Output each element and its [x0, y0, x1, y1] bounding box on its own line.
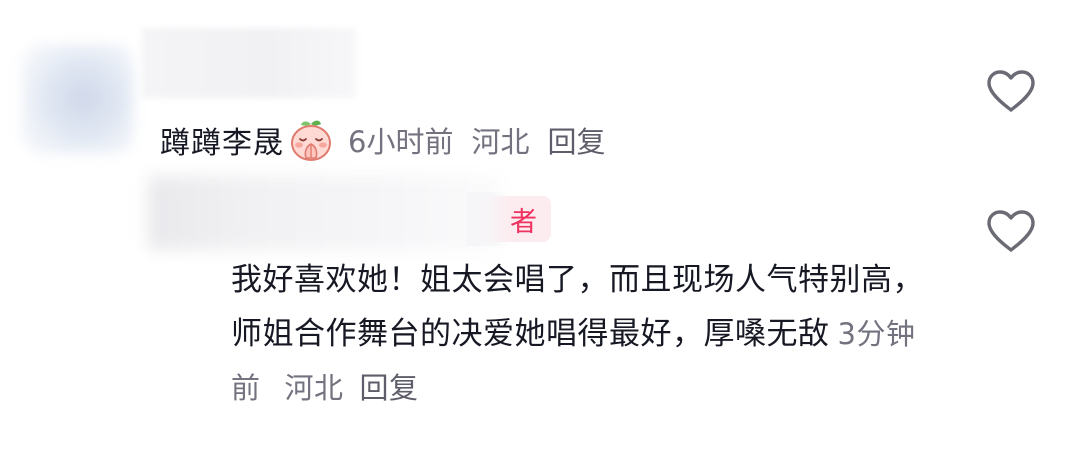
comment-location: 河北: [471, 125, 530, 159]
author-badge-label: 者: [510, 206, 537, 238]
like-button[interactable]: [985, 208, 1037, 254]
avatar-blurred[interactable]: [22, 44, 134, 154]
blurred-content: [142, 28, 356, 98]
comment-author-name[interactable]: 蹲蹲李晟: [160, 118, 284, 162]
blurred-content: [148, 176, 500, 250]
comment-time: 6小时前: [348, 125, 454, 159]
blurred-content: [466, 192, 510, 246]
praying-peach-emoji-icon: [288, 118, 334, 162]
comment-body: 我好喜欢她！姐太会唱了，而且现场人气特别高，师姐合作舞台的决爱她唱得最好，厚嗓无…: [231, 253, 931, 415]
reply-button[interactable]: 回复: [360, 371, 419, 405]
reply-button[interactable]: 回复: [547, 119, 605, 161]
heart-outline-icon: [987, 70, 1035, 112]
heart-outline-icon: [987, 210, 1035, 252]
comment-location: 河北: [284, 371, 344, 405]
comment-text: 我好喜欢她！姐太会唱了，而且现场人气特别高，师姐合作舞台的决爱她唱得最好，厚嗓无…: [231, 262, 924, 352]
like-button[interactable]: [985, 68, 1037, 114]
comment-author-line: 蹲蹲李晟 6小时前 河北 回复: [160, 118, 605, 162]
